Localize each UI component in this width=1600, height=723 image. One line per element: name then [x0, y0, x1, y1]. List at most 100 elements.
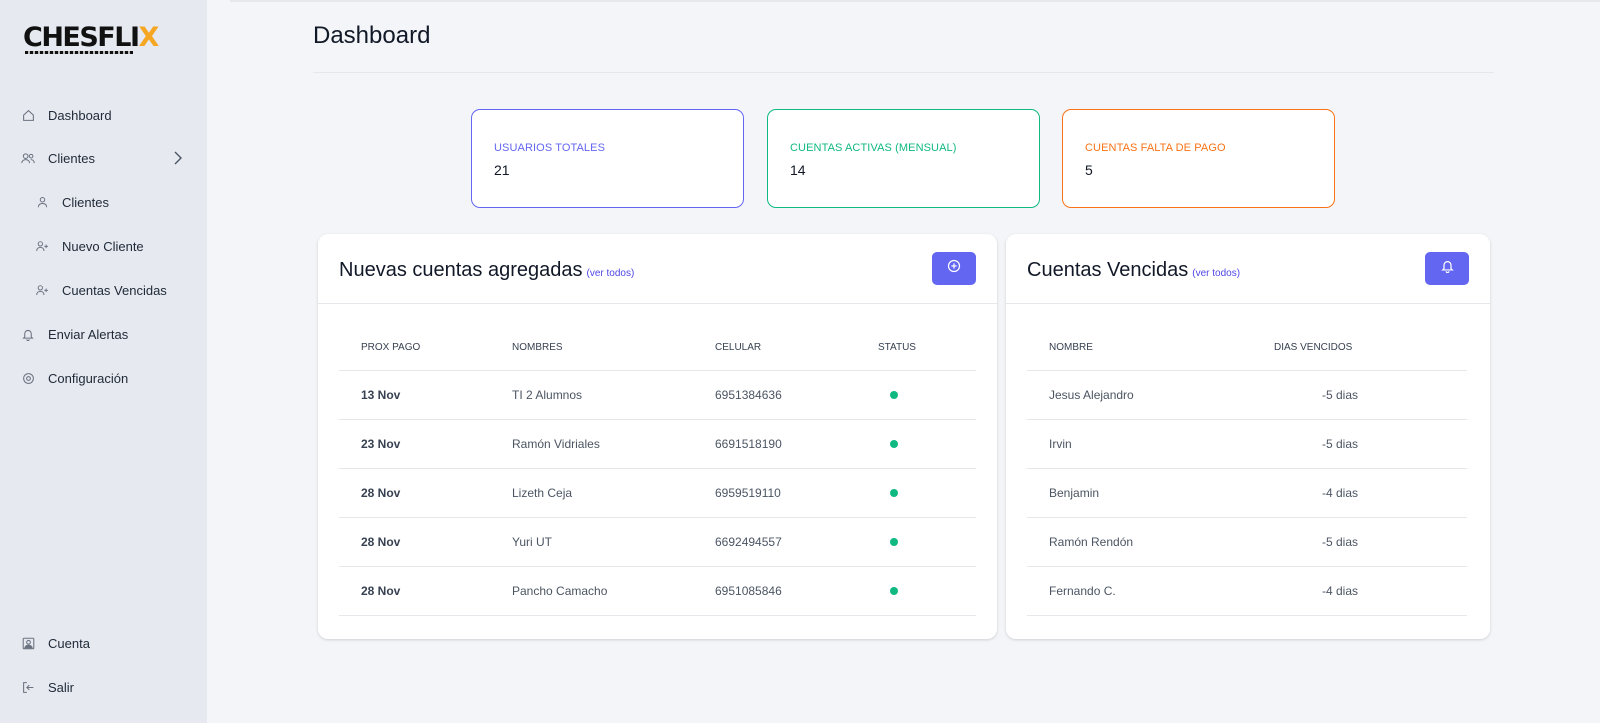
stat-card-cuentas-falta-pago: CUENTAS FALTA DE PAGO 5 [1062, 109, 1335, 208]
name-cell: Ramón Rendón [1027, 517, 1252, 567]
status-cell [856, 468, 976, 518]
days-overdue-cell: -5 dias [1252, 419, 1467, 469]
new-accounts-table: PROX PAGO NOMBRES CELULAR STATUS 13 Nov … [339, 326, 976, 616]
card-header: Cuentas Vencidas (ver todos) [1006, 234, 1490, 304]
user-icon [34, 194, 50, 210]
card-title: Nuevas cuentas agregadas [339, 259, 583, 281]
sidebar-item-label: Cuentas Vencidas [62, 282, 167, 298]
phone-cell: 6691518190 [693, 419, 856, 469]
name-cell: Lizeth Ceja [490, 468, 693, 518]
card-title: Cuentas Vencidas [1027, 259, 1189, 281]
table-row[interactable]: 23 Nov Ramón Vidriales 6691518190 [339, 419, 976, 469]
column-header[interactable]: DIAS VENCIDOS [1252, 326, 1467, 371]
name-cell: Ramón Vidriales [490, 419, 693, 469]
add-account-button[interactable] [932, 252, 976, 285]
table-header-row: PROX PAGO NOMBRES CELULAR STATUS [339, 326, 976, 371]
stat-card-cuentas-activas: CUENTAS ACTIVAS (MENSUAL) 14 [767, 109, 1040, 208]
prox-pago-cell: 13 Nov [339, 370, 490, 420]
status-cell [856, 566, 976, 616]
ver-todos-link[interactable]: (ver todos) [587, 268, 635, 279]
table-header-row: NOMBRE DIAS VENCIDOS [1027, 326, 1467, 371]
home-icon [20, 107, 36, 123]
sidebar-item-label: Dashboard [48, 107, 112, 123]
column-header[interactable]: NOMBRES [490, 326, 693, 371]
table-row[interactable]: 28 Nov Yuri UT 6692494557 [339, 517, 976, 567]
status-dot [890, 390, 898, 399]
logout-icon [20, 679, 36, 695]
sidebar-item-label: Clientes [62, 194, 109, 210]
sidebar-item-cuenta[interactable]: Cuenta [0, 628, 207, 658]
column-header[interactable]: PROX PAGO [339, 326, 490, 371]
users-icon [20, 150, 36, 166]
name-cell: Jesus Alejandro [1027, 370, 1252, 420]
column-header[interactable]: NOMBRE [1027, 326, 1252, 371]
stat-label: CUENTAS FALTA DE PAGO [1085, 142, 1226, 154]
stat-label: CUENTAS ACTIVAS (MENSUAL) [790, 142, 957, 154]
column-header[interactable]: STATUS [856, 326, 976, 371]
sidebar-item-enviar-alertas[interactable]: Enviar Alertas [0, 319, 207, 349]
ver-todos-link[interactable]: (ver todos) [1192, 268, 1240, 279]
sidebar-item-label: Salir [48, 679, 75, 695]
plus-circle-icon [947, 259, 961, 278]
account-icon [20, 635, 36, 651]
prox-pago-cell: 23 Nov [339, 419, 490, 469]
sidebar-item-clientes-list[interactable]: Clientes [0, 187, 207, 217]
status-dot [890, 439, 898, 448]
table-row[interactable]: Benjamin -4 dias [1027, 468, 1467, 518]
table-row[interactable]: 28 Nov Pancho Camacho 6951085846 [339, 566, 976, 616]
sidebar-item-label: Configuración [48, 370, 129, 386]
prox-pago-cell: 28 Nov [339, 566, 490, 616]
table-row[interactable]: Irvin -5 dias [1027, 419, 1467, 469]
name-cell: Benjamin [1027, 468, 1252, 518]
status-dot [890, 586, 898, 595]
sidebar-item-cuentas-vencidas[interactable]: Cuentas Vencidas [0, 275, 207, 305]
sidebar-item-label: Clientes [48, 150, 95, 166]
days-overdue-cell: -4 dias [1252, 566, 1467, 616]
prox-pago-cell: 28 Nov [339, 517, 490, 567]
chevron-right-icon [173, 151, 183, 170]
days-overdue-cell: -4 dias [1252, 468, 1467, 518]
page-title: Dashboard [313, 22, 431, 49]
user-plus-icon [34, 282, 50, 298]
sidebar-item-configuracion[interactable]: Configuración [0, 363, 207, 393]
bell-icon [1440, 259, 1454, 278]
phone-cell: 6692494557 [693, 517, 856, 567]
sidebar-item-nuevo-cliente[interactable]: Nuevo Cliente [0, 231, 207, 261]
phone-cell: 6959519110 [693, 468, 856, 518]
table-row[interactable]: Ramón Rendón -5 dias [1027, 517, 1467, 567]
name-cell: Irvin [1027, 419, 1252, 469]
stat-label: USUARIOS TOTALES [494, 142, 606, 154]
sidebar-item-salir[interactable]: Salir [0, 672, 207, 702]
expired-accounts-card: Cuentas Vencidas (ver todos) NOMBRE DIAS … [1006, 234, 1490, 639]
phone-cell: 6951384636 [693, 370, 856, 420]
stat-card-usuarios-totales: USUARIOS TOTALES 21 [471, 109, 744, 208]
bell-icon [20, 326, 36, 342]
name-cell: Pancho Camacho [490, 566, 693, 616]
sidebar-item-dashboard[interactable]: Dashboard [0, 100, 207, 130]
table-row[interactable]: Fernando C. -4 dias [1027, 566, 1467, 616]
top-border [230, 0, 1600, 2]
sidebar-item-label: Cuenta [48, 635, 90, 651]
table-row[interactable]: 13 Nov TI 2 Alumnos 6951384636 [339, 370, 976, 420]
days-overdue-cell: -5 dias [1252, 517, 1467, 567]
sidebar-item-clientes[interactable]: Clientes [0, 143, 207, 173]
name-cell: Fernando C. [1027, 566, 1252, 616]
prox-pago-cell: 28 Nov [339, 468, 490, 518]
logo-accent: X [138, 22, 160, 53]
status-cell [856, 419, 976, 469]
table-row[interactable]: Jesus Alejandro -5 dias [1027, 370, 1467, 420]
status-dot [890, 537, 898, 546]
sidebar-item-label: Enviar Alertas [48, 326, 129, 342]
logo-film-strip [25, 51, 133, 54]
status-dot [890, 488, 898, 497]
new-accounts-card: Nuevas cuentas agregadas (ver todos) PROX… [318, 234, 997, 639]
name-cell: Yuri UT [490, 517, 693, 567]
send-alert-button[interactable] [1425, 252, 1469, 285]
table-row[interactable]: 28 Nov Lizeth Ceja 6959519110 [339, 468, 976, 518]
brand-logo[interactable]: CHESFLIX [23, 20, 160, 56]
status-cell [856, 370, 976, 420]
sidebar: CHESFLIX Dashboard Clientes Clientes Nue… [0, 0, 207, 723]
stat-value: 5 [1085, 162, 1093, 178]
column-header[interactable]: CELULAR [693, 326, 856, 371]
gear-icon [20, 370, 36, 386]
